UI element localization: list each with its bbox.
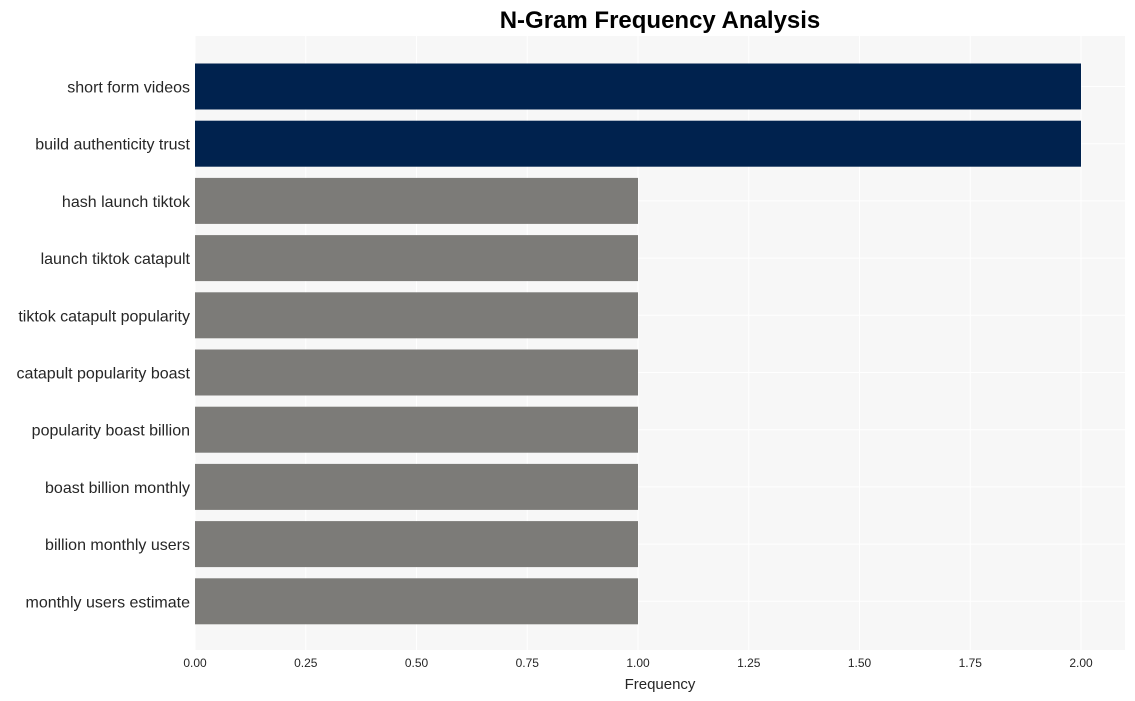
x-tick-label: 2.00 — [1069, 656, 1093, 670]
x-tick-label: 0.75 — [516, 656, 540, 670]
bar-launch-tiktok-catapult — [195, 235, 638, 282]
bar-popularity-boast-billion — [195, 406, 638, 453]
y-tick-label: launch tiktok catapult — [41, 251, 191, 268]
x-tick-label: 1.25 — [737, 656, 761, 670]
y-tick-label: tiktok catapult popularity — [18, 308, 190, 325]
x-tick-label: 0.25 — [294, 656, 318, 670]
y-tick-label: billion monthly users — [45, 537, 190, 554]
y-tick-label: popularity boast billion — [32, 423, 190, 440]
x-tick-label: 1.50 — [848, 656, 872, 670]
bar-monthly-users-estimate — [195, 578, 638, 625]
bar-catapult-popularity-boast — [195, 349, 638, 396]
y-tick-labels: short form videos build authenticity trus… — [17, 80, 191, 612]
bar-short-form-videos — [195, 63, 1081, 110]
x-axis-label: Frequency — [625, 676, 696, 693]
x-tick-label: 1.00 — [626, 656, 650, 670]
y-tick-label: monthly users estimate — [25, 594, 190, 611]
bar-hash-launch-tiktok — [195, 177, 638, 224]
bar-boast-billion-monthly — [195, 463, 638, 510]
y-tick-label: short form videos — [67, 80, 190, 97]
chart-title: N-Gram Frequency Analysis — [500, 7, 821, 34]
bar-build-authenticity-trust — [195, 120, 1081, 167]
y-tick-label: boast billion monthly — [45, 480, 190, 497]
y-tick-label: hash launch tiktok — [62, 194, 191, 211]
x-tick-label: 0.50 — [405, 656, 429, 670]
bar-billion-monthly-users — [195, 521, 638, 568]
x-tick-label: 0.00 — [183, 656, 207, 670]
y-tick-label: build authenticity trust — [35, 137, 190, 154]
x-tick-labels: 0.00 0.25 0.50 0.75 1.00 1.25 1.50 1.75 2.00 — [183, 656, 1093, 670]
x-tick-label: 1.75 — [959, 656, 983, 670]
ngram-bar-chart: N-Gram Frequency Analysis short form vid… — [17, 7, 1125, 693]
bar-tiktok-catapult-popularity — [195, 292, 638, 339]
y-tick-label: catapult popularity boast — [17, 366, 191, 383]
